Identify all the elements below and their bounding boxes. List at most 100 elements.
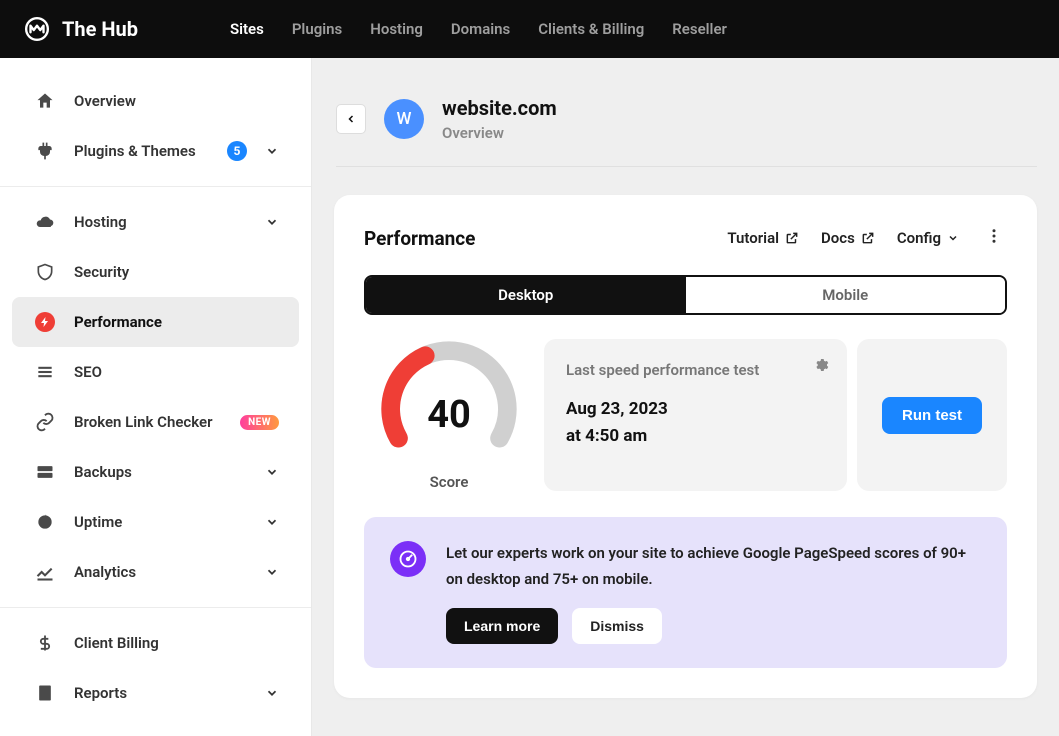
sidebar-item-plugins-themes[interactable]: Plugins & Themes 5	[12, 126, 299, 176]
chevron-down-icon	[265, 565, 279, 579]
last-test-date: Aug 23, 2023 at 4:50 am	[566, 396, 825, 450]
gauge-icon: 40	[379, 339, 519, 479]
chevron-down-icon	[947, 232, 959, 244]
brand[interactable]: The Hub	[24, 16, 138, 42]
chevron-down-icon	[265, 144, 279, 158]
plug-icon	[34, 140, 56, 162]
sidebar: Overview Plugins & Themes 5 Hosting	[0, 58, 312, 736]
sidebar-label: Uptime	[74, 513, 247, 531]
shield-icon	[34, 261, 56, 283]
external-link-icon	[861, 231, 875, 245]
card-title: Performance	[364, 227, 727, 250]
tab-desktop[interactable]: Desktop	[366, 277, 686, 313]
sidebar-item-overview[interactable]: Overview	[12, 76, 299, 126]
nav-item-clients-billing[interactable]: Clients & Billing	[538, 20, 644, 38]
nav-item-domains[interactable]: Domains	[451, 20, 510, 38]
link-label: Docs	[821, 229, 855, 247]
card-header: Performance Tutorial Docs	[364, 223, 1007, 253]
dollar-icon	[34, 632, 56, 654]
seo-icon	[34, 361, 56, 383]
sidebar-item-reports[interactable]: Reports	[12, 668, 299, 718]
gear-icon[interactable]	[813, 357, 829, 377]
run-test-button[interactable]: Run test	[882, 397, 982, 434]
more-menu-button[interactable]	[981, 223, 1007, 253]
sidebar-label: Analytics	[74, 563, 247, 581]
cloud-icon	[34, 211, 56, 233]
plugins-count-badge: 5	[227, 141, 247, 161]
date-line-2: at 4:50 am	[566, 423, 825, 450]
promo-banner: Let our experts work on your site to ach…	[364, 517, 1007, 668]
performance-row: 40 Score Last speed performance test Aug…	[364, 339, 1007, 491]
main-content: W website.com Overview Performance Tutor…	[312, 58, 1059, 736]
nav-item-sites[interactable]: Sites	[230, 20, 264, 38]
docs-link[interactable]: Docs	[821, 229, 875, 247]
back-button[interactable]	[336, 104, 366, 134]
chevron-down-icon	[265, 686, 279, 700]
performance-icon	[34, 311, 56, 333]
sidebar-label: Plugins & Themes	[74, 142, 205, 160]
sidebar-label: Overview	[74, 92, 279, 110]
sidebar-item-security[interactable]: Security	[12, 247, 299, 297]
sidebar-item-seo[interactable]: SEO	[12, 347, 299, 397]
sidebar-item-client-billing[interactable]: Client Billing	[12, 618, 299, 668]
nav-items: Sites Plugins Hosting Domains Clients & …	[230, 20, 727, 38]
sidebar-label: Client Billing	[74, 634, 279, 652]
sidebar-item-uptime[interactable]: Uptime	[12, 497, 299, 547]
link-label: Config	[897, 229, 941, 247]
promo-actions: Learn more Dismiss	[446, 608, 981, 644]
external-link-icon	[785, 231, 799, 245]
home-icon	[34, 90, 56, 112]
promo-body: Let our experts work on your site to ach…	[446, 541, 981, 644]
sidebar-label: Backups	[74, 463, 247, 481]
brand-logo-icon	[24, 16, 50, 42]
nav-item-plugins[interactable]: Plugins	[292, 20, 342, 38]
top-nav: The Hub Sites Plugins Hosting Domains Cl…	[0, 0, 1059, 58]
new-badge: NEW	[240, 415, 279, 430]
sidebar-label: Performance	[74, 313, 279, 331]
device-tabs: Desktop Mobile	[364, 275, 1007, 315]
speedometer-icon	[390, 541, 426, 577]
tab-mobile[interactable]: Mobile	[686, 277, 1006, 313]
sidebar-item-backups[interactable]: Backups	[12, 447, 299, 497]
chevron-down-icon	[265, 215, 279, 229]
sidebar-item-analytics[interactable]: Analytics	[12, 547, 299, 597]
site-title: website.com	[442, 96, 557, 120]
card-links: Tutorial Docs Config	[727, 223, 1007, 253]
sidebar-item-broken-link-checker[interactable]: Broken Link Checker NEW	[12, 397, 299, 447]
performance-card: Performance Tutorial Docs	[334, 195, 1037, 698]
brand-name: The Hub	[62, 17, 138, 41]
score-value: 40	[427, 393, 471, 437]
separator	[0, 186, 311, 187]
promo-text: Let our experts work on your site to ach…	[446, 541, 981, 592]
dismiss-button[interactable]: Dismiss	[572, 608, 662, 644]
sidebar-label: Security	[74, 263, 279, 281]
server-icon	[34, 461, 56, 483]
learn-more-button[interactable]: Learn more	[446, 608, 558, 644]
date-line-1: Aug 23, 2023	[566, 396, 825, 423]
tutorial-link[interactable]: Tutorial	[727, 229, 799, 247]
sidebar-label: Broken Link Checker	[74, 413, 216, 431]
nav-item-hosting[interactable]: Hosting	[370, 20, 423, 38]
sidebar-label: Reports	[74, 684, 247, 702]
site-subtitle: Overview	[442, 124, 557, 142]
link-icon	[34, 411, 56, 433]
reports-icon	[34, 682, 56, 704]
nav-item-reseller[interactable]: Reseller	[672, 20, 727, 38]
sidebar-item-hosting[interactable]: Hosting	[12, 197, 299, 247]
site-avatar: W	[384, 99, 424, 139]
last-test-label: Last speed performance test	[566, 359, 825, 382]
chart-icon	[34, 561, 56, 583]
heartbeat-icon	[34, 511, 56, 533]
chevron-down-icon	[265, 465, 279, 479]
sidebar-item-performance[interactable]: Performance	[12, 297, 299, 347]
sidebar-label: Hosting	[74, 213, 247, 231]
score-gauge: 40 Score	[364, 339, 534, 491]
sidebar-label: SEO	[74, 363, 279, 381]
site-titles: website.com Overview	[442, 96, 557, 142]
site-header: W website.com Overview	[336, 96, 1037, 167]
chevron-down-icon	[265, 515, 279, 529]
separator	[0, 607, 311, 608]
link-label: Tutorial	[727, 229, 779, 247]
run-test-panel: Run test	[857, 339, 1007, 491]
config-dropdown[interactable]: Config	[897, 229, 959, 247]
